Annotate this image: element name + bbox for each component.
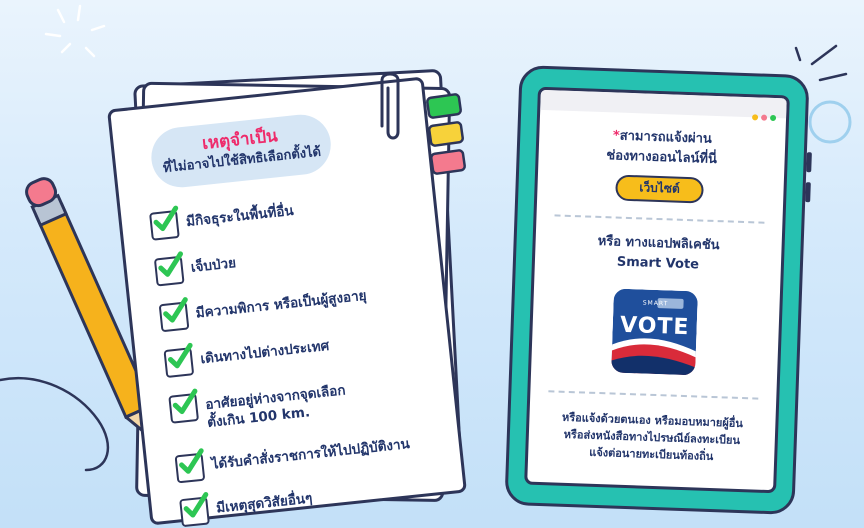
- app-line-2: Smart Vote: [616, 254, 700, 273]
- divider: [548, 390, 759, 400]
- reason-item: เจ็บป่วย: [153, 250, 238, 287]
- checkbox-check-icon: [149, 205, 180, 241]
- reason-item: มีกิจธุระในพื้นที่อื่น: [149, 198, 295, 241]
- paperclip-icon: [380, 72, 400, 140]
- reason-label: ได้รับคำสั่งราชการให้ไปปฏิบัติงาน: [210, 436, 411, 473]
- offline-notice: หรือแจ้งด้วยตนเอง หรือมอบหมายผู้อื่น หรื…: [528, 408, 776, 468]
- tablet-side-button: [806, 152, 812, 173]
- offline-line-2: หรือส่งหนังสือทางไปรษณีย์ลงทะเบียน: [563, 427, 741, 447]
- tablet-side-button: [805, 182, 811, 203]
- online-line-2: ช่องทางออนไลน์ที่นี่: [606, 148, 718, 168]
- illustration: เหตุจำเป็น ที่ไม่อาจไปใช้สิทธิเลือกตั้งไ…: [0, 0, 864, 528]
- app-notice: หรือ ทางแอปพลิเคชัน Smart Vote: [535, 230, 782, 279]
- reason-item: ได้รับคำสั่งราชการให้ไปปฏิบัติงาน: [174, 431, 412, 484]
- checkbox-check-icon: [168, 388, 200, 424]
- tablet-screen: *สามารถแจ้งผ่าน ช่องทางออนไลน์ที่นี่ เว็…: [524, 86, 790, 494]
- reason-item: มีความพิการ หรือเป็นผู้สูงอายุ: [158, 283, 368, 333]
- checkbox-check-icon: [179, 492, 210, 528]
- app-icon-big-text: VOTE: [619, 312, 690, 341]
- online-line-1: สามารถแจ้งผ่าน: [619, 128, 713, 147]
- checkbox-check-icon: [174, 448, 206, 484]
- reason-label: มีเหตุสุดวิสัยอื่นๆ: [215, 490, 314, 517]
- reason-item: เดินทางไปต่างประเทศ: [163, 333, 330, 379]
- window-dots: [749, 105, 777, 125]
- offline-line-1: หรือแจ้งด้วยตนเอง หรือมอบหมายผู้อื่น: [561, 410, 744, 431]
- checklist-paper: เหตุจำเป็น ที่ไม่อาจไปใช้สิทธิเลือกตั้งไ…: [107, 76, 467, 528]
- online-notice: *สามารถแจ้งผ่าน ช่องทางออนไลน์ที่นี่: [538, 124, 785, 173]
- reason-label: เจ็บป่วย: [190, 255, 237, 276]
- reason-label: เดินทางไปต่างประเทศ: [199, 337, 330, 368]
- offline-line-3: แจ้งต่อนายทะเบียนท้องถิ่น: [589, 445, 714, 464]
- checkbox-check-icon: [158, 297, 190, 333]
- reason-label: อาศัยอยู่ห่างจากจุดเลือก ตั้งเกิน 100 km…: [204, 377, 348, 431]
- reason-label: มีความพิการ หรือเป็นผู้สูงอายุ: [194, 287, 368, 322]
- tablet-device: *สามารถแจ้งผ่าน ช่องทางออนไลน์ที่นี่ เว็…: [504, 65, 812, 515]
- sticky-tabs: [426, 93, 466, 175]
- reason-item: อาศัยอยู่ห่างจากจุดเลือก ตั้งเกิน 100 km…: [168, 377, 348, 435]
- app-line-1: หรือ ทางแอปพลิเคชัน: [597, 233, 720, 254]
- website-button[interactable]: เว็บไซต์: [615, 174, 704, 204]
- checklist-title-banner: เหตุจำเป็น ที่ไม่อาจไปใช้สิทธิเลือกตั้งไ…: [148, 111, 334, 191]
- checkbox-check-icon: [153, 251, 185, 287]
- app-vote-icon[interactable]: SMART VOTE: [611, 288, 698, 376]
- reason-label: มีกิจธุระในพื้นที่อื่น: [185, 202, 295, 231]
- checkbox-check-icon: [163, 342, 195, 379]
- divider: [554, 214, 765, 224]
